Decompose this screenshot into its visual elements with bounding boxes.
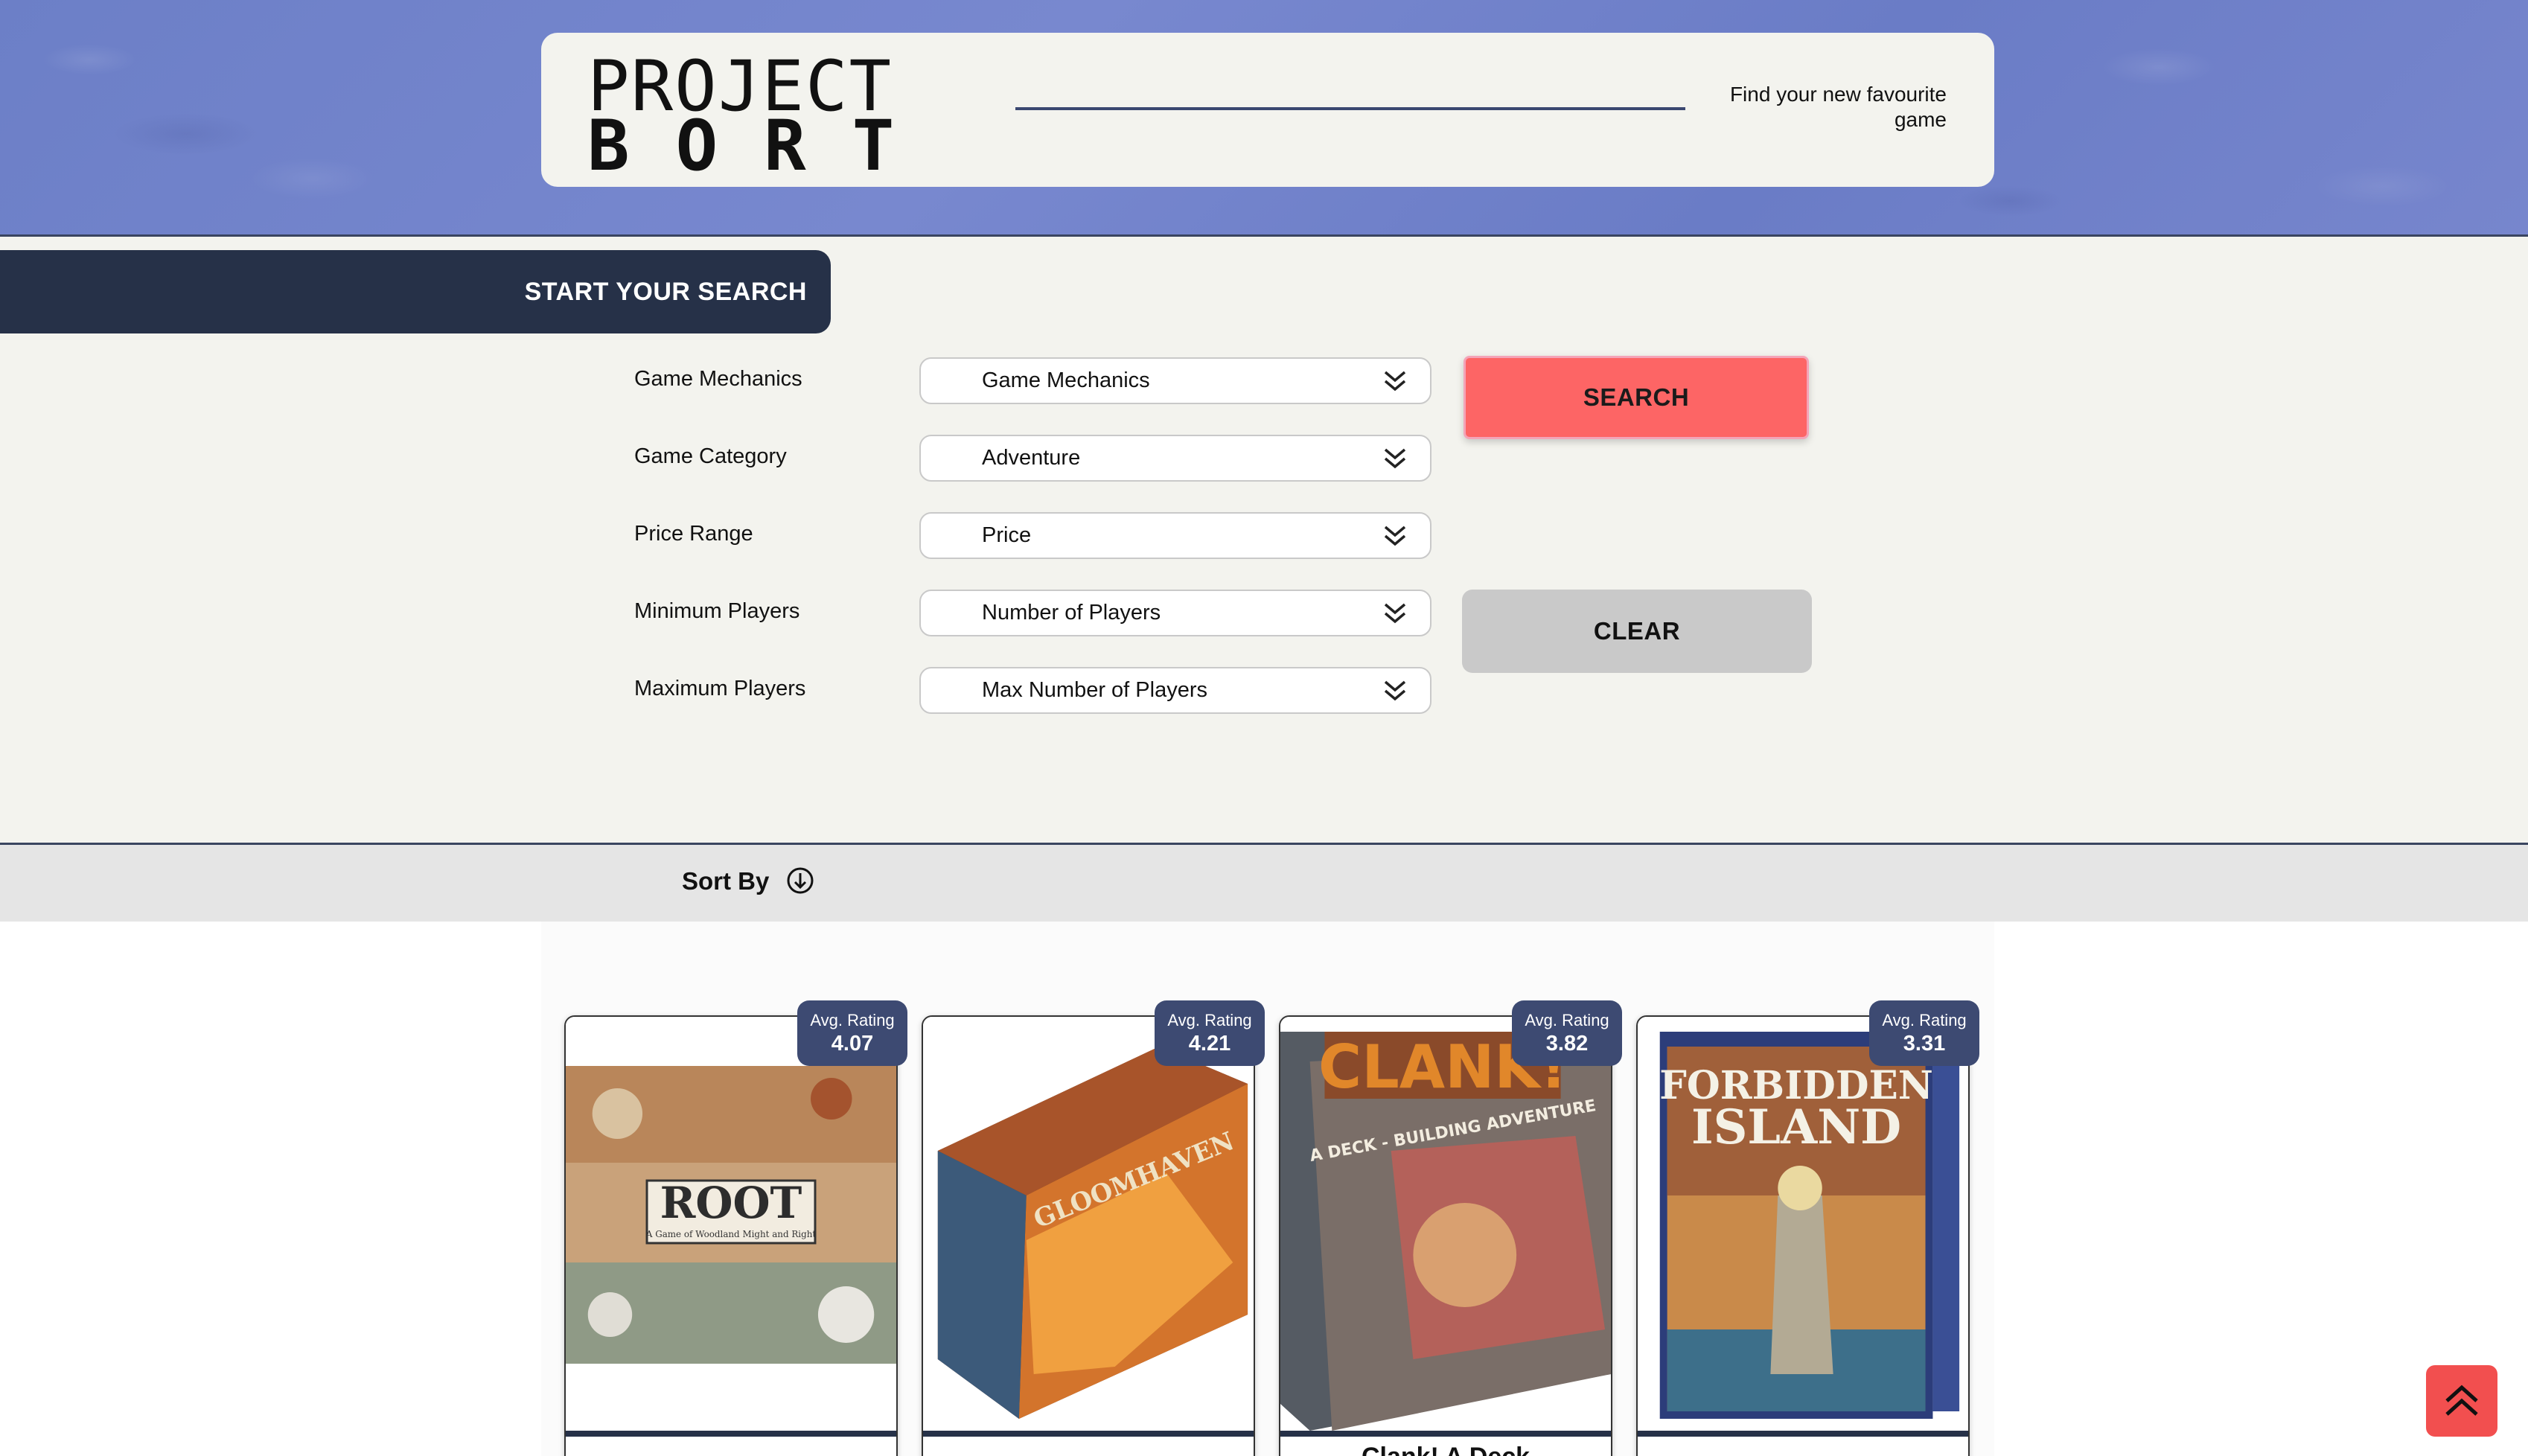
sort-bar: Sort By [0,843,2528,922]
tagline: Find your new favourite game [1729,83,1947,131]
results-area [0,922,2528,1456]
header-banner: PROJECT BORT Find your new favourite gam… [0,0,2528,237]
rating-value: 3.31 [1903,1032,1946,1056]
box-title-text-2: ISLAND [1691,1099,1901,1155]
chevron-down-icon [1384,371,1406,392]
sort-order-icon[interactable] [785,866,815,895]
clear-button[interactable]: CLEAR [1462,590,1812,673]
game-title: Clank! A Deck [1280,1443,1611,1456]
mechanics-dropdown[interactable]: Game Mechanics [919,357,1431,404]
box-subtitle-text: A Game of Woodland Might and Right [645,1229,816,1239]
game-box-image: CLANK! A DECK - BUILDING ADVENTURE [1280,1017,1611,1431]
price-dropdown-value: Price [982,523,1032,547]
game-card[interactable]: GLOOMHAVEN [922,1015,1255,1456]
category-dropdown[interactable]: Adventure [919,435,1431,482]
site-logo[interactable]: PROJECT BORT [587,52,940,182]
mechanics-dropdown-value: Game Mechanics [982,368,1150,392]
game-box-image: FORBIDDEN ISLAND [1638,1017,1968,1431]
chevron-down-icon [1384,448,1406,469]
filter-label-max-players: Maximum Players [634,677,806,700]
rating-value: 4.07 [831,1032,874,1056]
rating-badge: Avg. Rating 4.07 [797,1000,907,1066]
filter-label-mechanics: Game Mechanics [634,367,802,391]
filter-label-category: Game Category [634,444,787,468]
search-section-tab: START YOUR SEARCH [0,250,831,333]
header-divider [1015,107,1685,110]
rating-label: Avg. Rating [1167,1011,1252,1029]
rating-badge: Avg. Rating 3.82 [1512,1000,1622,1066]
card-divider [1280,1431,1611,1437]
max-players-dropdown[interactable]: Max Number of Players [919,667,1431,714]
brand-card: PROJECT BORT Find your new favourite gam… [541,33,1994,187]
card-divider [923,1431,1254,1437]
logo-bottom-text: BORT [587,106,941,187]
scroll-to-top-button[interactable] [2426,1365,2497,1437]
double-chevron-up-icon [2445,1385,2478,1416]
price-dropdown[interactable]: Price [919,512,1431,559]
chevron-down-icon [1384,526,1406,546]
game-card[interactable]: FORBIDDEN ISLAND [1636,1015,1970,1456]
game-card[interactable]: CLANK! A DECK - BUILDING ADVENTURE Clank… [1279,1015,1612,1456]
max-players-dropdown-value: Max Number of Players [982,678,1207,702]
card-divider [1638,1431,1968,1437]
game-box-image: GLOOMHAVEN [923,1017,1254,1431]
box-title-text: ROOT [660,1178,802,1228]
filter-label-price: Price Range [634,522,753,546]
filter-label-min-players: Minimum Players [634,599,800,623]
rating-label: Avg. Rating [810,1011,895,1029]
min-players-dropdown-value: Number of Players [982,601,1161,625]
chevron-down-icon [1384,680,1406,701]
card-divider [566,1431,896,1437]
game-box-image: ROOT A Game of Woodland Might and Right [566,1017,896,1431]
sort-label: Sort By [682,867,770,895]
search-button[interactable]: SEARCH [1464,356,1809,439]
min-players-dropdown[interactable]: Number of Players [919,590,1431,636]
rating-label: Avg. Rating [1525,1011,1609,1029]
rating-badge: Avg. Rating 3.31 [1869,1000,1979,1066]
rating-badge: Avg. Rating 4.21 [1155,1000,1265,1066]
category-dropdown-value: Adventure [982,446,1081,470]
rating-value: 3.82 [1545,1032,1589,1056]
chevron-down-icon [1384,603,1406,624]
rating-label: Avg. Rating [1882,1011,1967,1029]
rating-value: 4.21 [1188,1032,1231,1056]
game-card[interactable]: ROOT A Game of Woodland Might and Right [564,1015,898,1456]
